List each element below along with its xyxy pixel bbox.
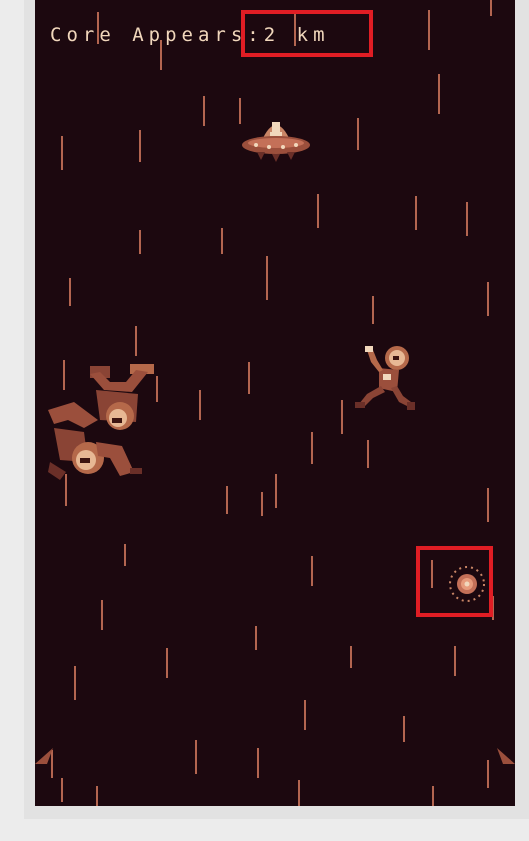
rain-streak (304, 700, 306, 730)
rain-streak (415, 196, 417, 230)
rain-streak (367, 440, 369, 468)
rain-streak (403, 716, 405, 742)
hud-label: Core Appears: (50, 24, 264, 46)
rain-streak (454, 646, 456, 676)
rain-streak (487, 488, 489, 522)
rain-streak (199, 390, 201, 420)
astronaut-pair-icon (48, 364, 154, 480)
rain-streak (166, 648, 168, 678)
rain-streak (490, 0, 492, 16)
rain-streak (203, 96, 205, 126)
rain-streak (266, 256, 268, 300)
rain-streak (372, 296, 374, 324)
rain-streak (257, 748, 259, 778)
right-spike-icon (497, 748, 515, 764)
rain-streak (261, 492, 263, 516)
rain-streak (195, 740, 197, 774)
rain-streak (226, 486, 228, 514)
highlight-distance (241, 10, 373, 57)
rain-streak (96, 786, 98, 806)
rain-streak (255, 626, 257, 650)
rain-streak (487, 760, 489, 788)
highlight-core-orb (416, 546, 493, 617)
rain-streak (317, 194, 319, 228)
rain-streak (428, 10, 430, 50)
rain-streak (466, 202, 468, 236)
rain-streak (61, 778, 63, 802)
rain-streak (124, 544, 126, 566)
rain-streak (61, 136, 63, 170)
game-canvas[interactable]: Core Appears:2 km (35, 0, 515, 806)
rain-streak (350, 646, 352, 668)
rain-streak (248, 362, 250, 394)
rain-streak (432, 786, 434, 806)
rain-streak (74, 666, 76, 700)
rain-streak (139, 230, 141, 254)
rain-streak (311, 432, 313, 464)
rain-streak (139, 130, 141, 162)
rain-streak (101, 600, 103, 630)
rain-streak (221, 228, 223, 254)
rain-streak (438, 74, 440, 114)
rain-streak (487, 282, 489, 316)
rain-streak (69, 278, 71, 306)
rain-streak (298, 780, 300, 806)
ufo-icon (242, 122, 310, 162)
rain-streak (311, 556, 313, 586)
rain-streak (341, 400, 343, 434)
rain-streak (135, 326, 137, 356)
left-spike-icon (35, 748, 53, 764)
rain-streak (357, 118, 359, 150)
rain-streak (275, 474, 277, 508)
astronaut-icon (355, 346, 415, 410)
